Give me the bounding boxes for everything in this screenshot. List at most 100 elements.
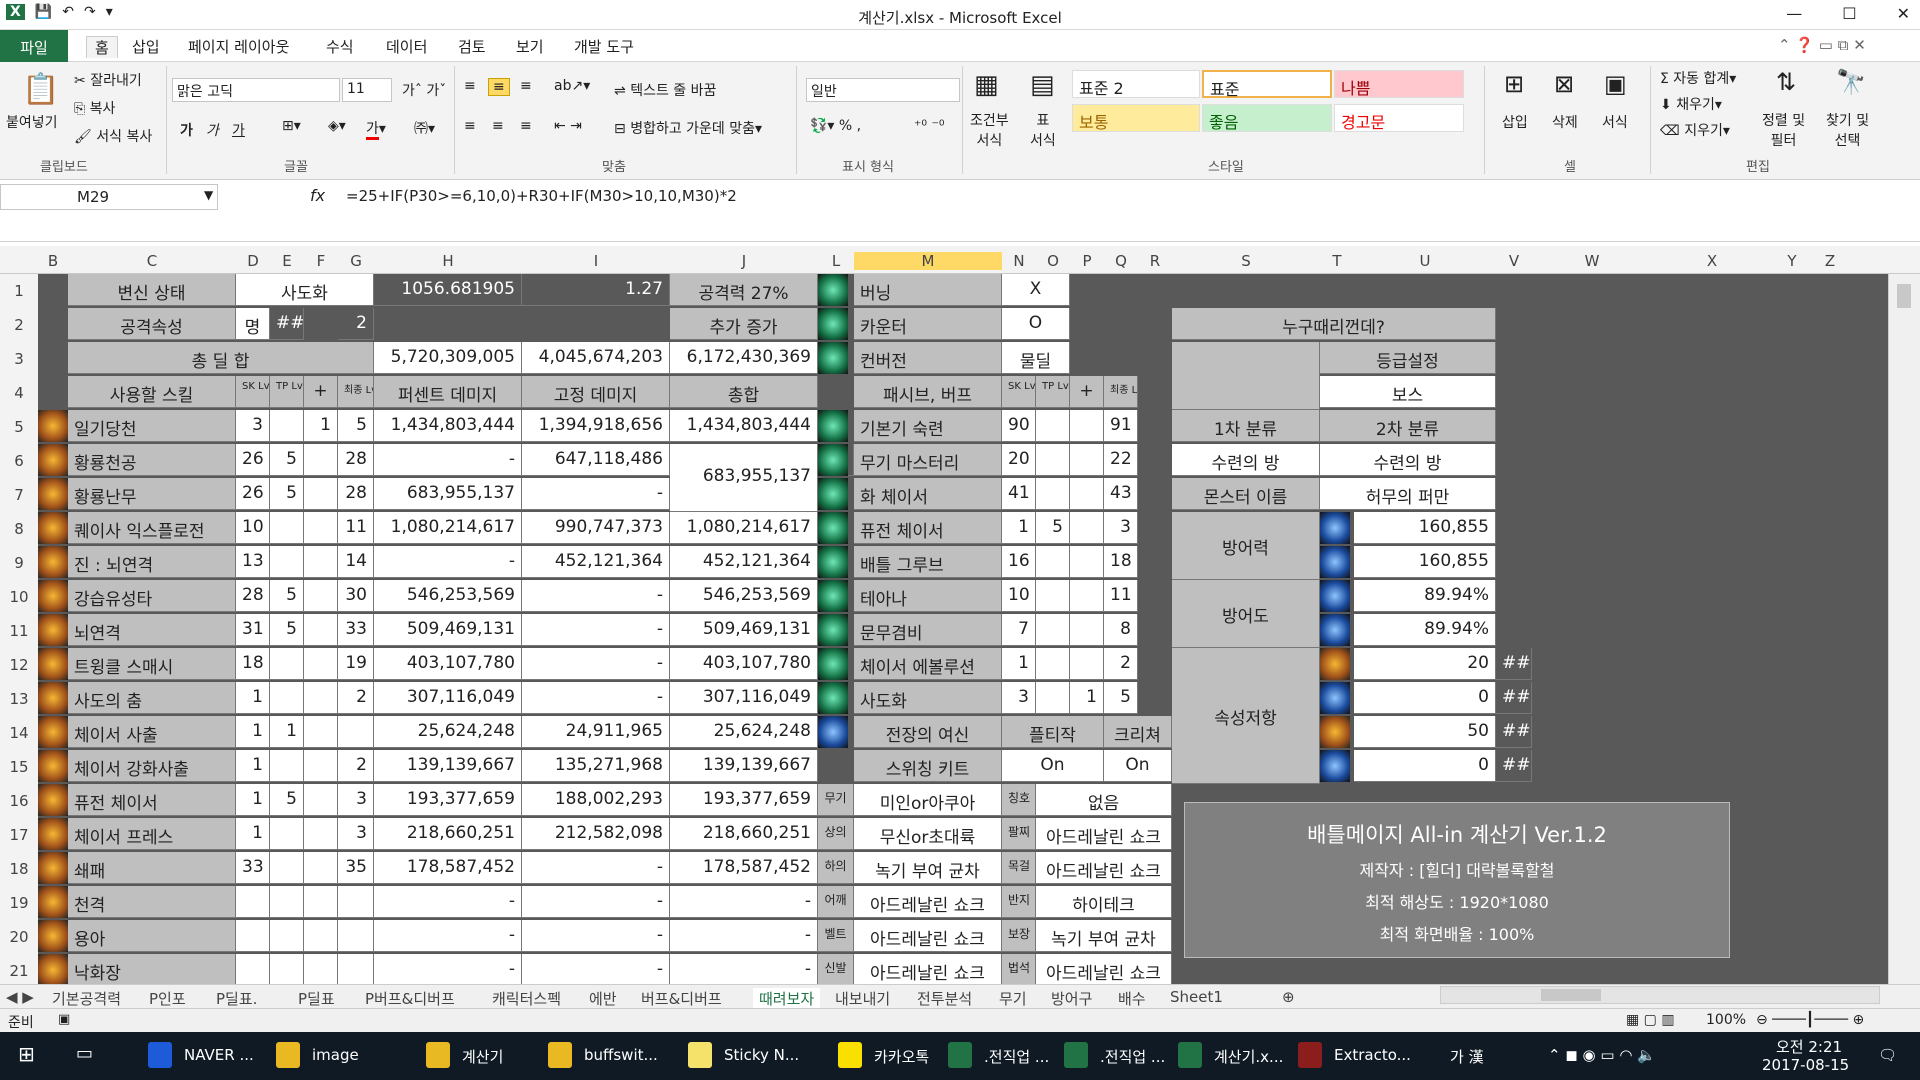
passive-plus[interactable]: [1070, 648, 1104, 680]
merge-center-button[interactable]: ⊟ 병합하고 가운데 맞춤▾: [614, 118, 762, 138]
skill-percent-damage[interactable]: -: [374, 920, 522, 952]
scroll-thumb[interactable]: [1897, 284, 1911, 308]
sheet-tab[interactable]: P버프&디버프: [365, 988, 455, 1009]
skill-sk-level[interactable]: 1: [236, 784, 270, 816]
skill-plus[interactable]: [304, 784, 338, 816]
skill-name[interactable]: 쇄패: [68, 852, 236, 884]
equip-slot-label-2[interactable]: 목걸: [1002, 852, 1036, 884]
passive-tp-level[interactable]: [1036, 614, 1070, 646]
skill-fixed-damage[interactable]: -: [522, 886, 670, 918]
skill-sk-level[interactable]: [236, 954, 270, 984]
sheet-tab[interactable]: 기본공격력: [52, 988, 121, 1009]
passive-final-level[interactable]: 5: [1104, 682, 1138, 714]
resist-value[interactable]: 0: [1354, 682, 1496, 714]
column-header[interactable]: Q: [1104, 252, 1138, 270]
skill-sk-level[interactable]: 1: [236, 682, 270, 714]
sheet-tab[interactable]: Sheet1: [1170, 988, 1223, 1006]
passive-sk-level[interactable]: 1: [1002, 512, 1036, 544]
skill-plus[interactable]: [304, 512, 338, 544]
column-header[interactable]: S: [1172, 252, 1320, 270]
skill-tp-level[interactable]: [270, 682, 304, 714]
equip-slot-label[interactable]: 무기: [818, 784, 854, 816]
passive-final-level[interactable]: 11: [1104, 580, 1138, 612]
align-middle-icon[interactable]: ≡: [488, 78, 510, 96]
tab-home[interactable]: 홈: [86, 36, 118, 58]
sheet-tab[interactable]: 방어구: [1051, 988, 1092, 1009]
row-header[interactable]: 8: [0, 520, 38, 538]
sheet-nav-icon[interactable]: ◀ ▶: [6, 988, 34, 1006]
equip-slot-value[interactable]: 미인or아쿠아: [854, 784, 1002, 816]
passive-name[interactable]: 퓨전 체이서: [854, 512, 1002, 544]
row-header[interactable]: 6: [0, 452, 38, 470]
skill-percent-damage[interactable]: 193,377,659: [374, 784, 522, 816]
passive-tp-level[interactable]: [1036, 478, 1070, 510]
attack-bonus-label-2[interactable]: 추가 증가: [670, 308, 818, 340]
target-title[interactable]: 누구때리껀데?: [1172, 308, 1496, 340]
skill-final-level[interactable]: 5: [338, 410, 374, 442]
passive-final-level[interactable]: 18: [1104, 546, 1138, 578]
windows-start-icon[interactable]: ⊞: [18, 1042, 35, 1066]
equip-slot-label-2[interactable]: 반지: [1002, 886, 1036, 918]
clock-date[interactable]: 2017-08-15: [1762, 1056, 1849, 1074]
fill-button[interactable]: ⬇ 채우기▾: [1660, 94, 1722, 114]
equip-slot-label[interactable]: 신발: [818, 954, 854, 984]
cell-h1[interactable]: 1056.681905: [374, 274, 522, 306]
passive-name[interactable]: 문무겸비: [854, 614, 1002, 646]
tab-data[interactable]: 데이터: [386, 36, 427, 57]
row-header[interactable]: 17: [0, 826, 38, 844]
skill-percent-damage[interactable]: 509,469,131: [374, 614, 522, 646]
passive-sk-level[interactable]: 10: [1002, 580, 1036, 612]
view-buttons-icon[interactable]: ▦ ▢ ▥: [1626, 1012, 1675, 1028]
indent-icon[interactable]: ⇤ ⇥: [554, 118, 582, 134]
skill-final-level[interactable]: 28: [338, 444, 374, 476]
taskbar-item[interactable]: NAVER ...: [184, 1046, 254, 1064]
skill-fixed-damage[interactable]: 212,582,098: [522, 818, 670, 850]
column-header[interactable]: N: [1002, 252, 1036, 270]
row-header[interactable]: 3: [0, 350, 38, 368]
defense-rate-label[interactable]: 방어도: [1172, 580, 1320, 648]
skill-plus[interactable]: [304, 444, 338, 476]
clear-button[interactable]: ⌫ 지우기▾: [1660, 120, 1730, 140]
skill-final-level[interactable]: [338, 716, 374, 748]
passive-plus[interactable]: [1070, 444, 1104, 476]
resist-value[interactable]: 50: [1354, 716, 1496, 748]
skill-sum[interactable]: -: [670, 886, 818, 918]
skill-tp-level[interactable]: 5: [270, 478, 304, 510]
style-neutral[interactable]: 보통: [1072, 104, 1200, 132]
tab-review[interactable]: 검토: [458, 36, 486, 57]
taskbar-item[interactable]: buffswit...: [584, 1046, 658, 1064]
class2-label[interactable]: 2차 분류: [1320, 410, 1496, 442]
name-box[interactable]: M29: [0, 184, 218, 210]
find-select-button[interactable]: 찾기 및 선택: [1826, 110, 1869, 150]
skill-percent-damage[interactable]: 178,587,452: [374, 852, 522, 884]
ime-indicator[interactable]: 가 漢: [1450, 1046, 1484, 1067]
skill-fixed-damage[interactable]: -: [522, 682, 670, 714]
skill-sum[interactable]: 1,080,214,617: [670, 512, 818, 544]
skill-tp-level[interactable]: [270, 920, 304, 952]
sort-filter-icon[interactable]: ⇅: [1776, 68, 1796, 96]
skill-sum[interactable]: 25,624,248: [670, 716, 818, 748]
skill-name[interactable]: 체이서 프레스: [68, 818, 236, 850]
skill-fixed-damage[interactable]: -: [522, 954, 670, 984]
row-header[interactable]: 13: [0, 690, 38, 708]
skill-percent-damage[interactable]: 546,253,569: [374, 580, 522, 612]
sort-filter-button[interactable]: 정렬 및 필터: [1762, 110, 1805, 150]
cell-g2[interactable]: 2: [338, 308, 374, 340]
defense-rate-1[interactable]: 89.94%: [1354, 580, 1496, 612]
column-header[interactable]: V: [1496, 252, 1532, 270]
skill-percent-damage[interactable]: 218,660,251: [374, 818, 522, 850]
row-header[interactable]: 4: [0, 384, 38, 402]
skill-fixed-damage[interactable]: -: [522, 478, 670, 510]
skill-plus[interactable]: [304, 580, 338, 612]
skill-sum[interactable]: 139,139,667: [670, 750, 818, 782]
column-header[interactable]: X: [1652, 252, 1772, 270]
taskbar-item[interactable]: Sticky N...: [724, 1046, 799, 1064]
zoom-level[interactable]: 100%: [1706, 1012, 1746, 1028]
percent-damage-header[interactable]: 퍼센트 데미지: [374, 376, 522, 408]
skill-fixed-damage[interactable]: -: [522, 920, 670, 952]
sheet-tab[interactable]: 무기: [999, 988, 1027, 1009]
skill-sk-level[interactable]: 31: [236, 614, 270, 646]
resist-value[interactable]: 0: [1354, 750, 1496, 782]
add-sheet-icon[interactable]: ⊕: [1282, 988, 1295, 1006]
font-color-icon[interactable]: 가▾: [366, 118, 386, 140]
